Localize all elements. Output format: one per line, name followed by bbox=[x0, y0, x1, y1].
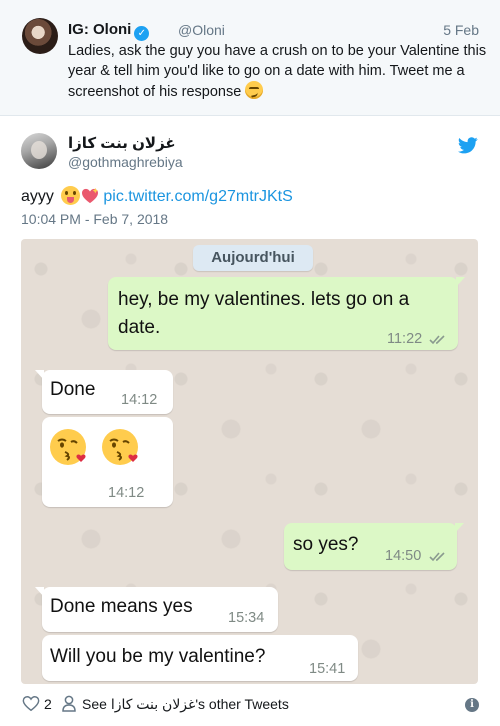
author-name[interactable]: غزلان بنت كازا bbox=[68, 134, 176, 152]
tweet-footer: 2 See غزلان بنت كازا's other Tweets i bbox=[0, 688, 500, 720]
message-time: 15:34 bbox=[228, 610, 265, 626]
message-text: Done means yes bbox=[50, 596, 193, 617]
message-bubble-incoming: 14:12 bbox=[42, 417, 173, 507]
message-time: 15:41 bbox=[309, 661, 346, 677]
quoted-author-handle[interactable]: @Oloni bbox=[178, 22, 225, 38]
message-bubble-incoming: Done 14:12 bbox=[35, 370, 173, 414]
message-text: Will you be my valentine? bbox=[50, 646, 266, 667]
see-other-tweets-link[interactable]: See غزلان بنت كازا's other Tweets bbox=[82, 696, 289, 713]
message-bubble-outgoing: hey, be my valentines. lets go on a date… bbox=[108, 277, 465, 350]
double-check-icon bbox=[429, 552, 445, 562]
like-count[interactable]: 2 bbox=[44, 696, 52, 712]
message-bubble-outgoing: so yes? 14:50 bbox=[284, 523, 464, 570]
quoted-author-avatar[interactable] bbox=[22, 18, 58, 54]
author-avatar[interactable] bbox=[21, 133, 57, 169]
heart-icon[interactable] bbox=[22, 695, 40, 712]
chat-date-label: Aujourd'hui bbox=[193, 245, 313, 271]
quoted-tweet[interactable]: IG: Oloni ✓ @Oloni 5 Feb Ladies, ask the … bbox=[0, 0, 500, 116]
face-throwing-kiss-emoji bbox=[102, 429, 138, 465]
face-throwing-kiss-emoji bbox=[50, 429, 86, 465]
message-bubble-incoming: Will you be my valentine? 15:41 bbox=[42, 635, 358, 681]
tweet-text: ayyy pic.twitter.com/g27mtrJKtS bbox=[21, 186, 293, 205]
quoted-author-name[interactable]: IG: Oloni ✓ bbox=[68, 21, 150, 41]
message-time: 14:50 bbox=[385, 548, 422, 564]
tweet-timestamp[interactable]: 10:04 PM - Feb 7, 2018 bbox=[21, 211, 168, 227]
quoted-tweet-date[interactable]: 5 Feb bbox=[443, 22, 479, 38]
smirking-face-emoji bbox=[245, 81, 264, 99]
double-check-icon bbox=[429, 335, 445, 345]
message-time: 11:22 bbox=[387, 331, 423, 347]
message-text: so yes? bbox=[293, 534, 359, 555]
chat-screenshot[interactable]: Aujourd'hui hey, be my valentines. lets … bbox=[21, 239, 478, 684]
message-time: 14:12 bbox=[121, 392, 158, 408]
quoted-tweet-text: Ladies, ask the guy you have a crush on … bbox=[68, 43, 487, 100]
message-time: 14:12 bbox=[108, 485, 145, 501]
sparkling-heart-emoji bbox=[82, 188, 99, 204]
verified-badge-icon: ✓ bbox=[134, 26, 150, 41]
twitter-bird-icon[interactable] bbox=[458, 137, 478, 154]
media-link[interactable]: pic.twitter.com/g27mtrJKtS bbox=[103, 188, 292, 205]
author-handle[interactable]: @gothmaghrebiya bbox=[68, 154, 183, 170]
message-text: Done bbox=[50, 379, 96, 400]
person-icon bbox=[62, 695, 76, 712]
info-icon[interactable]: i bbox=[465, 698, 479, 712]
face-with-tongue-emoji bbox=[61, 186, 81, 205]
message-bubble-incoming: Done means yes 15:34 bbox=[35, 587, 278, 632]
